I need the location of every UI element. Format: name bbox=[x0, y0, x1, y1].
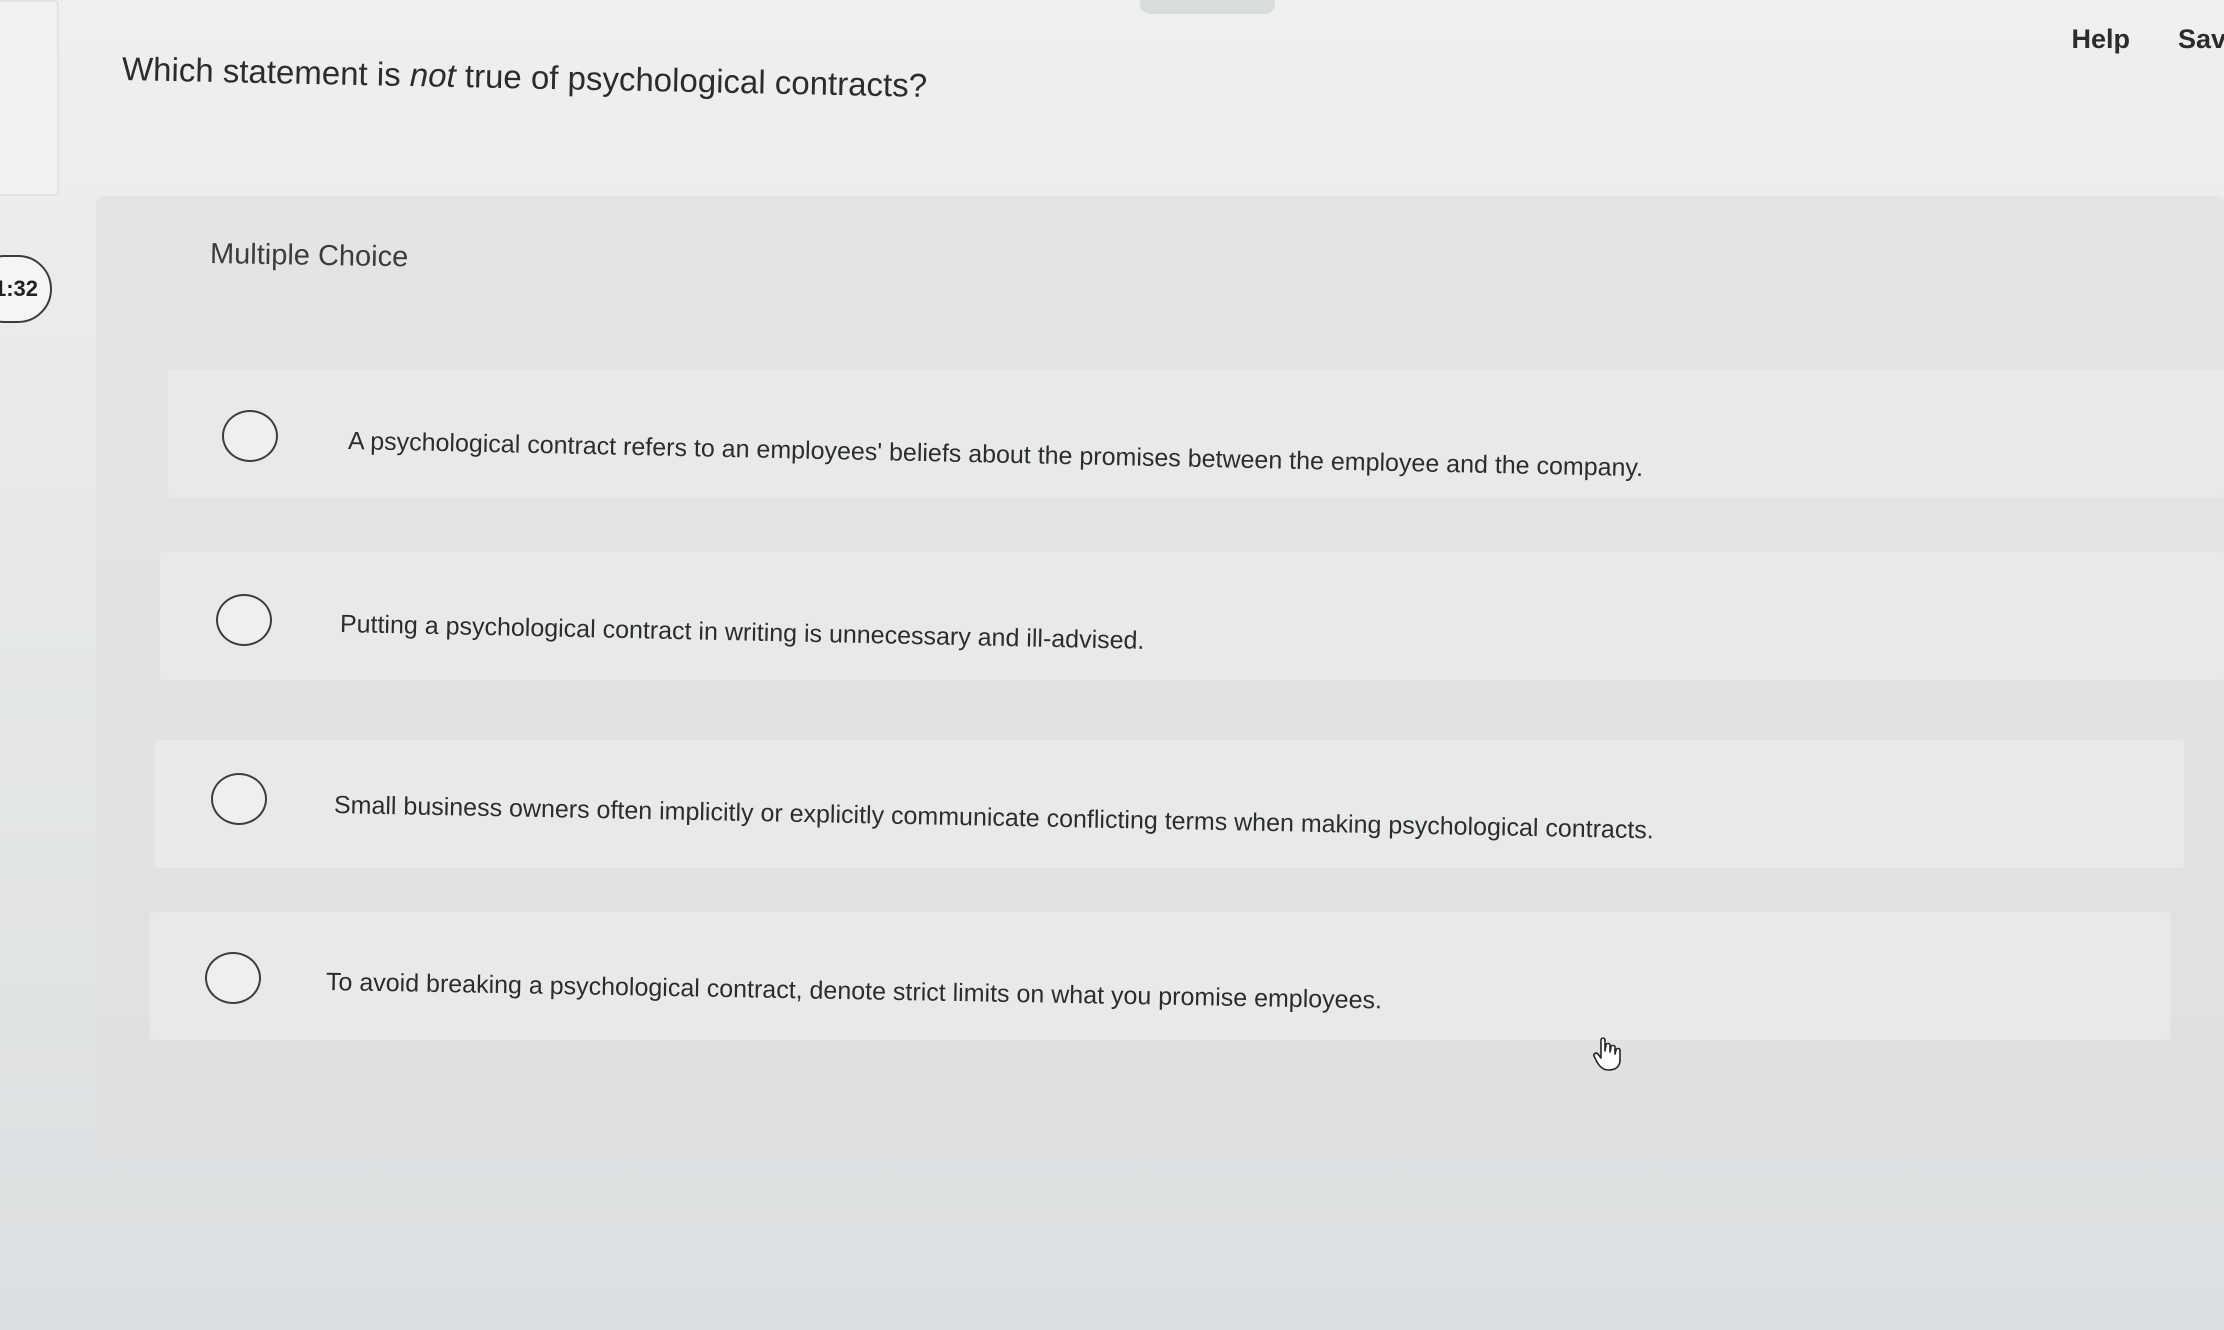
radio-button-3[interactable] bbox=[211, 773, 267, 825]
question-emphasis: not bbox=[409, 56, 457, 94]
left-side-panel bbox=[0, 0, 59, 196]
top-tab bbox=[1140, 0, 1275, 14]
timer-badge: 1:32 bbox=[0, 255, 52, 323]
top-links: Help Sav bbox=[2071, 24, 2224, 55]
save-link[interactable]: Sav bbox=[2178, 24, 2224, 55]
answer-option-text-1: A psychological contract refers to an em… bbox=[347, 427, 1644, 483]
answer-option-text-3: Small business owners often implicitly o… bbox=[333, 791, 1655, 845]
question-prompt: Which statement is not true of psycholog… bbox=[122, 50, 928, 105]
radio-button-4[interactable] bbox=[205, 952, 261, 1004]
help-link[interactable]: Help bbox=[2071, 24, 2130, 55]
hand-pointer-icon bbox=[1593, 1037, 1621, 1071]
answer-option-1[interactable]: A psychological contract refers to an em… bbox=[168, 370, 2224, 498]
answer-option-text-4: To avoid breaking a psychological contra… bbox=[325, 968, 1383, 1015]
answer-option-4[interactable]: To avoid breaking a psychological contra… bbox=[150, 912, 2170, 1040]
question-suffix: true of psychological contracts? bbox=[455, 56, 928, 104]
answer-option-2[interactable]: Putting a psychological contract in writ… bbox=[160, 552, 2224, 680]
answer-option-text-2: Putting a psychological contract in writ… bbox=[339, 610, 1145, 655]
radio-button-2[interactable] bbox=[216, 594, 272, 646]
timer-text: 1:32 bbox=[0, 276, 38, 301]
answer-option-3[interactable]: Small business owners often implicitly o… bbox=[154, 740, 2184, 868]
question-prefix: Which statement is bbox=[121, 50, 411, 94]
question-type-label: Multiple Choice bbox=[209, 238, 409, 274]
radio-button-1[interactable] bbox=[222, 410, 278, 462]
